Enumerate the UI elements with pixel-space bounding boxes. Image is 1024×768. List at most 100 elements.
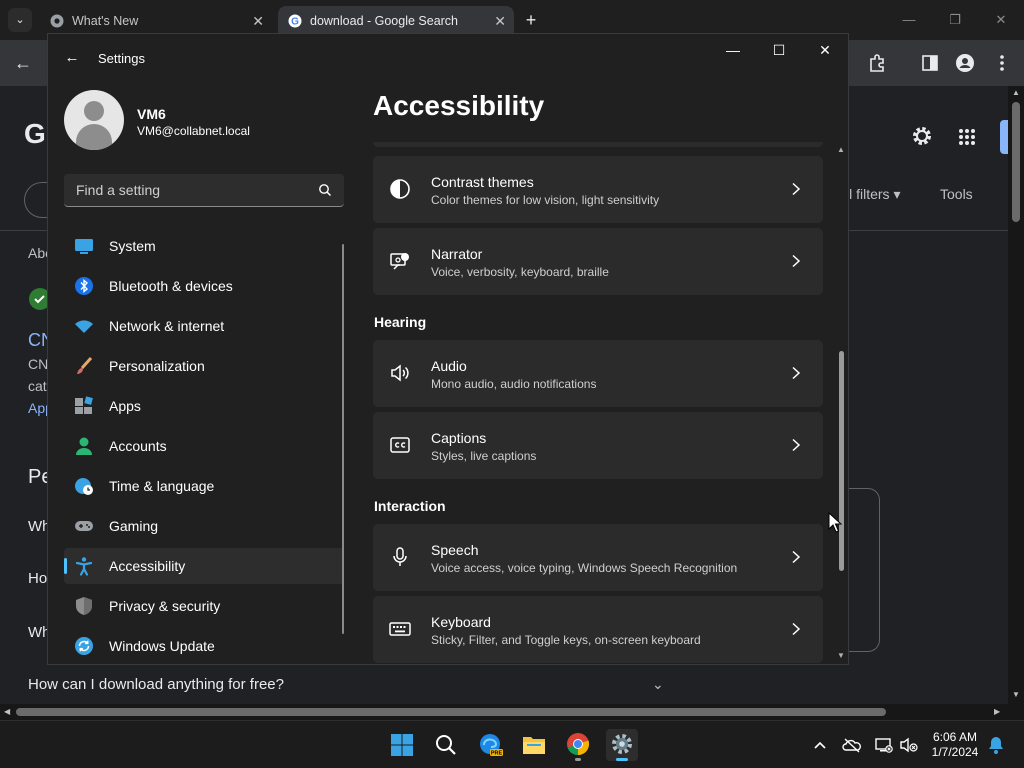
side-panel-icon[interactable] bbox=[919, 52, 941, 74]
browser-close-button[interactable]: ✕ bbox=[978, 6, 1024, 34]
sidebar-item-bluetooth[interactable]: Bluetooth & devices bbox=[64, 268, 344, 304]
shield-icon bbox=[76, 597, 92, 615]
maximize-button[interactable]: ☐ bbox=[756, 34, 802, 66]
scroll-left-arrow[interactable]: ◀ bbox=[4, 707, 10, 716]
avatar-torso bbox=[76, 124, 112, 150]
scrollbar-corner bbox=[1008, 704, 1024, 720]
browser-back-button[interactable]: ← bbox=[10, 50, 36, 76]
settings-card-audio[interactable]: Audio Mono audio, audio notifications bbox=[373, 340, 823, 407]
google-apps-icon[interactable] bbox=[958, 128, 976, 146]
browser-minimize-button[interactable]: — bbox=[886, 6, 932, 34]
scrollbar-thumb[interactable] bbox=[16, 708, 886, 716]
sidebar-item-label: Bluetooth & devices bbox=[109, 278, 233, 294]
tools-button[interactable]: Tools bbox=[940, 186, 973, 202]
tab-title: download - Google Search bbox=[310, 14, 459, 28]
settings-card-keyboard[interactable]: Keyboard Sticky, Filter, and Toggle keys… bbox=[373, 596, 823, 663]
settings-card-narrator[interactable]: Narrator Voice, verbosity, keyboard, bra… bbox=[373, 228, 823, 295]
apps-icon bbox=[75, 396, 93, 414]
section-heading-interaction: Interaction bbox=[374, 498, 446, 514]
sidebar-item-system[interactable]: System bbox=[64, 228, 344, 264]
minimize-button[interactable]: — bbox=[710, 34, 756, 66]
search-icon[interactable] bbox=[318, 183, 332, 197]
scroll-down-arrow[interactable]: ▼ bbox=[1012, 690, 1020, 699]
extensions-icon[interactable] bbox=[866, 52, 888, 74]
chevron-up-icon[interactable] bbox=[810, 735, 830, 755]
settings-card-speech[interactable]: Speech Voice access, voice typing, Windo… bbox=[373, 524, 823, 591]
scroll-right-arrow[interactable]: ▶ bbox=[994, 707, 1000, 716]
sidebar-item-label: Personalization bbox=[109, 358, 205, 374]
sidebar-item-gaming[interactable]: Gaming bbox=[64, 508, 344, 544]
card-title: Narrator bbox=[431, 246, 483, 262]
taskbar-clock[interactable]: 6:06 AM 1/7/2024 bbox=[925, 730, 985, 760]
faq-item[interactable]: Ho bbox=[28, 570, 47, 587]
close-button[interactable]: ✕ bbox=[802, 34, 848, 66]
search-input[interactable] bbox=[64, 174, 304, 206]
sidebar-item-accounts[interactable]: Accounts bbox=[64, 428, 344, 464]
nav-scrollbar[interactable] bbox=[342, 244, 344, 634]
network-disconnected-icon[interactable] bbox=[874, 735, 894, 755]
scrollbar-thumb[interactable] bbox=[1012, 102, 1020, 222]
back-arrow-icon[interactable]: ← bbox=[62, 48, 82, 68]
sidebar-item-label: Accounts bbox=[109, 438, 167, 454]
onedrive-offline-icon[interactable] bbox=[842, 735, 862, 755]
google-logo[interactable]: G bbox=[24, 118, 46, 150]
card-description: Styles, live captions bbox=[431, 449, 537, 463]
settings-titlebar[interactable]: ← Settings — ☐ ✕ bbox=[48, 34, 848, 82]
volume-muted-icon[interactable] bbox=[899, 735, 919, 755]
sidebar-item-label: System bbox=[109, 238, 156, 254]
card-title: Speech bbox=[431, 542, 479, 558]
sidebar-item-privacy[interactable]: Privacy & security bbox=[64, 588, 344, 624]
taskbar-search-button[interactable] bbox=[430, 729, 462, 761]
sidebar-item-windows-update[interactable]: Windows Update bbox=[64, 628, 344, 664]
page-vertical-scrollbar[interactable]: ▲ ▼ bbox=[1008, 86, 1024, 704]
tab-search-button[interactable]: ⌄ bbox=[8, 8, 32, 32]
settings-card-partial[interactable] bbox=[373, 142, 823, 147]
sidebar-item-accessibility[interactable]: Accessibility bbox=[64, 548, 344, 584]
faq-question[interactable]: How can I download anything for free? bbox=[28, 676, 284, 693]
clock-date: 1/7/2024 bbox=[931, 745, 979, 759]
scroll-up-arrow[interactable]: ▲ bbox=[837, 145, 845, 154]
clock-time: 6:06 AM bbox=[932, 730, 978, 744]
system-icon bbox=[75, 239, 93, 254]
scroll-down-arrow[interactable]: ▼ bbox=[837, 651, 845, 660]
settings-card-contrast-themes[interactable]: Contrast themes Color themes for low vis… bbox=[373, 156, 823, 223]
wifi-icon bbox=[75, 320, 93, 333]
page-horizontal-scrollbar[interactable]: ◀ ▶ bbox=[0, 704, 1008, 720]
all-filters-button[interactable]: ll filters ▾ bbox=[846, 186, 900, 203]
sidebar-item-apps[interactable]: Apps bbox=[64, 388, 344, 424]
tab-close-icon[interactable]: ✕ bbox=[252, 6, 264, 36]
card-description: Voice, verbosity, keyboard, braille bbox=[431, 265, 609, 279]
notification-bell-icon[interactable] bbox=[986, 735, 1006, 755]
sidebar-item-label: Network & internet bbox=[109, 318, 225, 334]
browser-restore-button[interactable]: ❐ bbox=[932, 6, 978, 34]
start-button[interactable] bbox=[386, 729, 418, 761]
sidebar-item-personalization[interactable]: Personalization bbox=[64, 348, 344, 384]
browser-tab-whats-new[interactable]: What's New ✕ bbox=[40, 6, 272, 36]
google-account-avatar[interactable] bbox=[1000, 120, 1008, 154]
scroll-up-arrow[interactable]: ▲ bbox=[1012, 88, 1020, 97]
google-favicon-icon: G bbox=[288, 14, 302, 28]
settings-nav: System Bluetooth & devices Network & int… bbox=[64, 228, 344, 664]
taskbar-file-explorer[interactable] bbox=[518, 729, 550, 761]
page-title: Accessibility bbox=[373, 90, 545, 121]
avatar[interactable] bbox=[64, 90, 124, 150]
gear-icon[interactable] bbox=[910, 124, 934, 148]
settings-search-box[interactable] bbox=[64, 174, 344, 207]
browser-menu-icon[interactable] bbox=[991, 52, 1013, 74]
keyboard-icon bbox=[389, 622, 411, 636]
chevron-right-icon bbox=[792, 438, 801, 452]
side-panel-card bbox=[846, 488, 880, 652]
tab-close-icon[interactable]: ✕ bbox=[494, 6, 506, 36]
chevron-down-icon[interactable]: ⌄ bbox=[652, 676, 664, 693]
content-scrollbar-thumb[interactable] bbox=[839, 351, 844, 571]
file-explorer-icon bbox=[523, 737, 545, 754]
taskbar-chrome[interactable] bbox=[562, 729, 594, 761]
profile-icon[interactable] bbox=[954, 52, 976, 74]
new-tab-button[interactable]: + bbox=[520, 6, 542, 34]
sidebar-item-time-language[interactable]: Time & language bbox=[64, 468, 344, 504]
taskbar-edge-preview[interactable]: PRE bbox=[474, 729, 506, 761]
settings-card-captions[interactable]: Captions Styles, live captions bbox=[373, 412, 823, 479]
sidebar-item-network[interactable]: Network & internet bbox=[64, 308, 344, 344]
browser-tab-google-search[interactable]: G download - Google Search ✕ bbox=[278, 6, 514, 36]
taskbar-settings[interactable] bbox=[606, 729, 638, 761]
